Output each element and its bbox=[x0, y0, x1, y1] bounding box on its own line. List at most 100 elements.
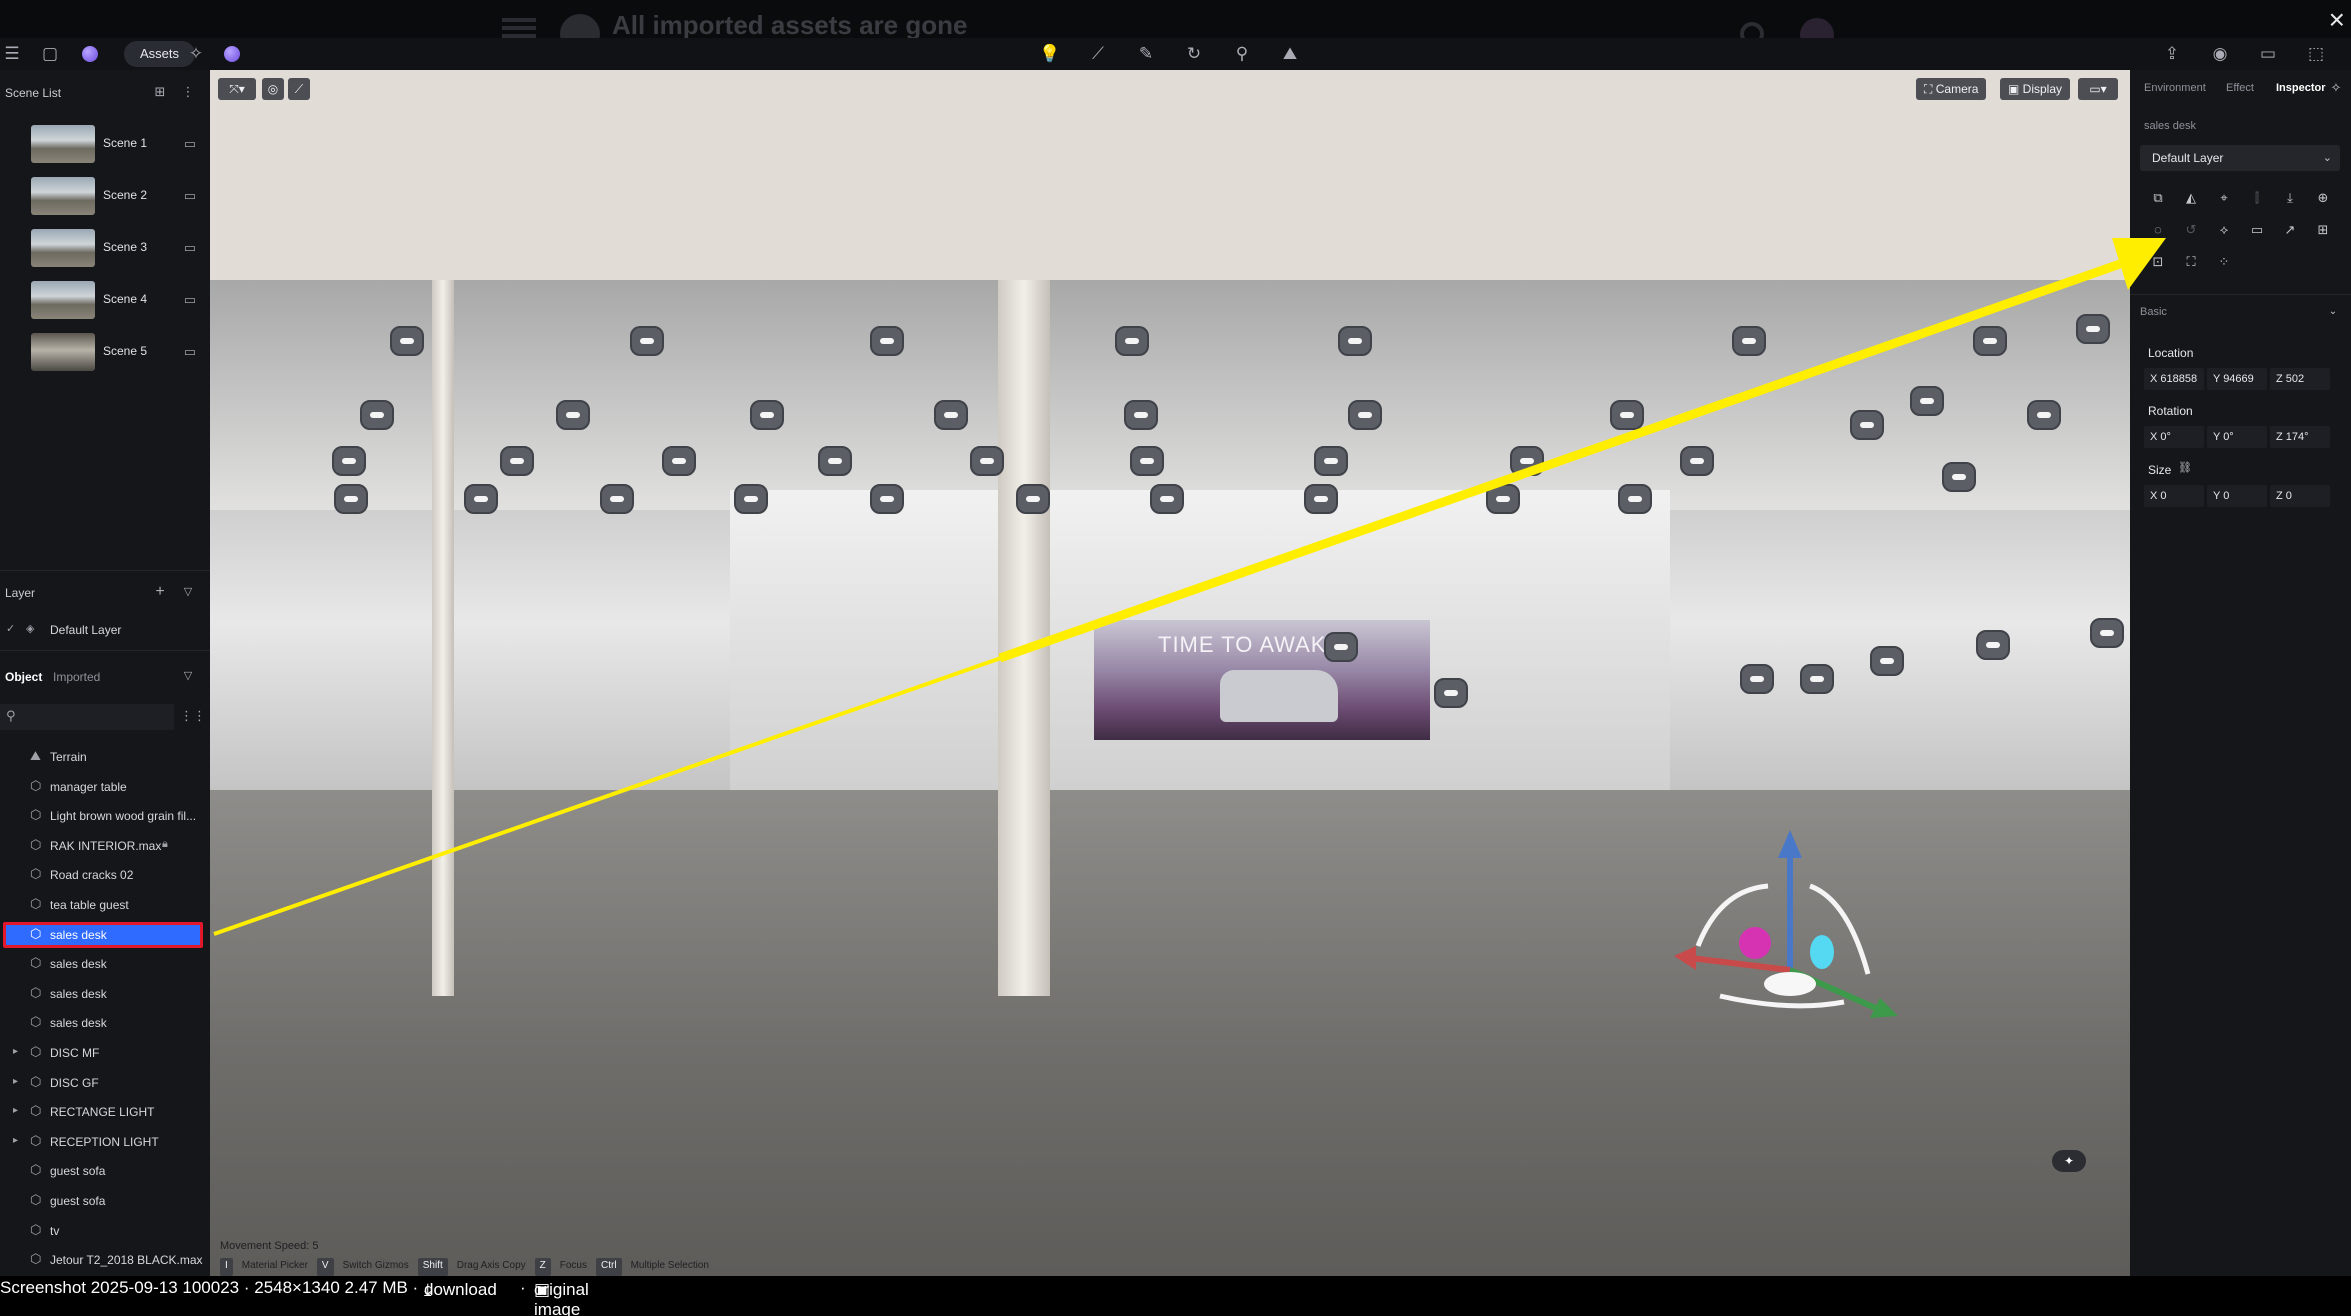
mirror-icon[interactable]: ◭ bbox=[2181, 188, 2201, 208]
array-icon[interactable]: ⊡ bbox=[2148, 252, 2168, 272]
light-gizmo[interactable] bbox=[818, 446, 852, 476]
filter-icon[interactable]: ▽ bbox=[176, 664, 200, 688]
lightbulb-icon[interactable]: 💡 bbox=[1038, 42, 1062, 66]
sparkle-icon[interactable]: ✧ bbox=[184, 42, 208, 66]
object-row[interactable]: ⬡ sales desk bbox=[0, 979, 210, 1009]
object-row[interactable]: ▸ ⬡ RECTANGE LIGHT bbox=[0, 1097, 210, 1127]
gizmo-rotate-ring[interactable] bbox=[1719, 993, 1845, 1009]
tab-inspector[interactable]: Inspector bbox=[2276, 82, 2326, 94]
video-icon[interactable]: ▭ bbox=[2256, 42, 2280, 66]
location-z-field[interactable]: Z 502 bbox=[2270, 368, 2330, 390]
transform-mode-icon[interactable]: ⤧▾ bbox=[218, 78, 256, 100]
light-gizmo[interactable] bbox=[500, 446, 534, 476]
object-row[interactable]: ▸ ⬡ DISC MF bbox=[0, 1038, 210, 1068]
align-icon[interactable]: ⫿ bbox=[2247, 188, 2267, 208]
light-gizmo[interactable] bbox=[2090, 618, 2124, 648]
filter-icon[interactable]: ▽ bbox=[176, 580, 200, 604]
expand-icon[interactable]: ▸ bbox=[13, 1076, 18, 1087]
tab-environment[interactable]: Environment bbox=[2144, 82, 2206, 94]
add-layer-icon[interactable]: + bbox=[148, 580, 172, 604]
object-row[interactable]: ⬡ sales desk bbox=[0, 1008, 210, 1038]
light-gizmo[interactable] bbox=[1850, 410, 1884, 440]
view-options-icon[interactable]: ▭▾ bbox=[2078, 78, 2118, 100]
camera-icon[interactable]: ▭ bbox=[184, 344, 196, 360]
light-gizmo[interactable] bbox=[1740, 664, 1774, 694]
object-row[interactable]: ⬡ sales desk bbox=[0, 920, 210, 950]
hide-icon[interactable]: ◌ bbox=[2148, 220, 2168, 240]
screenshot-icon[interactable]: ◉ bbox=[2208, 42, 2232, 66]
share-icon[interactable]: ↗ bbox=[2280, 220, 2300, 240]
reset-icon[interactable]: ↺ bbox=[2181, 220, 2201, 240]
plugin-icon[interactable] bbox=[82, 46, 98, 62]
light-gizmo[interactable] bbox=[1800, 664, 1834, 694]
light-gizmo[interactable] bbox=[734, 484, 768, 514]
light-gizmo[interactable] bbox=[332, 446, 366, 476]
scene-item[interactable]: Scene 3 ▭ bbox=[0, 224, 210, 276]
light-gizmo[interactable] bbox=[1124, 400, 1158, 430]
tab-effect[interactable]: Effect bbox=[2226, 82, 2254, 94]
light-gizmo[interactable] bbox=[1150, 484, 1184, 514]
gizmo-x-axis[interactable] bbox=[1689, 955, 1791, 973]
light-gizmo[interactable] bbox=[1486, 484, 1520, 514]
duplicate-icon[interactable]: ⧉ bbox=[2148, 188, 2168, 208]
drop-to-ground-icon[interactable]: ⤓ bbox=[2280, 188, 2300, 208]
light-gizmo[interactable] bbox=[1870, 646, 1904, 676]
light-gizmo[interactable] bbox=[390, 326, 424, 356]
layer-item-default[interactable]: Default Layer bbox=[50, 623, 121, 637]
layer-select[interactable]: Default Layer ⌄ bbox=[2140, 145, 2340, 171]
light-gizmo[interactable] bbox=[464, 484, 498, 514]
object-row[interactable]: ▸ ⬡ RECEPTION LIGHT bbox=[0, 1127, 210, 1157]
magic-wand-icon[interactable]: ✦ bbox=[2052, 1150, 2086, 1172]
search-input[interactable]: ⚲ bbox=[0, 704, 174, 730]
material-icon[interactable]: ⟡ bbox=[2214, 220, 2234, 240]
tab-object[interactable]: Object bbox=[5, 670, 42, 684]
light-gizmo[interactable] bbox=[934, 400, 968, 430]
light-gizmo[interactable] bbox=[1324, 632, 1358, 662]
size-x-field[interactable]: X 0 bbox=[2144, 485, 2204, 507]
expand-icon[interactable]: ▸ bbox=[13, 1046, 18, 1057]
file-icon[interactable]: ▢ bbox=[38, 42, 62, 66]
path-icon[interactable]: ⚲ bbox=[1230, 42, 1254, 66]
rotation-z-field[interactable]: Z 174° bbox=[2270, 426, 2330, 448]
object-row[interactable]: ⬡ guest sofa bbox=[0, 1186, 210, 1216]
brush-icon[interactable]: ✎ bbox=[1134, 42, 1158, 66]
focus-icon[interactable]: ⌖ bbox=[2214, 188, 2234, 208]
gizmo-handle[interactable] bbox=[1810, 935, 1834, 969]
light-gizmo[interactable] bbox=[2076, 314, 2110, 344]
light-gizmo[interactable] bbox=[1434, 678, 1468, 708]
object-row[interactable]: ⬡ RAK INTERIOR.max 🔒︎ bbox=[0, 831, 210, 861]
light-gizmo[interactable] bbox=[1510, 446, 1544, 476]
add-scene-icon[interactable]: ⊞ bbox=[148, 80, 172, 104]
camera-icon[interactable]: ▭ bbox=[184, 188, 196, 204]
chevron-down-icon[interactable]: ⌄ bbox=[2323, 302, 2343, 322]
light-gizmo[interactable] bbox=[750, 400, 784, 430]
object-row[interactable]: ⬡ tv bbox=[0, 1216, 210, 1246]
light-gizmo[interactable] bbox=[1130, 446, 1164, 476]
light-gizmo[interactable] bbox=[630, 326, 664, 356]
rotate-icon[interactable]: ↻ bbox=[1182, 42, 1206, 66]
group-icon[interactable]: ⊞ bbox=[2313, 220, 2333, 240]
light-gizmo[interactable] bbox=[1910, 386, 1944, 416]
close-icon[interactable]: × bbox=[2329, 4, 2345, 36]
scene-item[interactable]: Scene 4 ▭ bbox=[0, 276, 210, 328]
light-gizmo[interactable] bbox=[1610, 400, 1644, 430]
light-gizmo[interactable] bbox=[1115, 326, 1149, 356]
globe-icon[interactable]: ◎ bbox=[262, 78, 284, 100]
location-x-field[interactable]: X 618858 bbox=[2144, 368, 2204, 390]
light-gizmo[interactable] bbox=[1618, 484, 1652, 514]
rotation-y-field[interactable]: Y 0° bbox=[2207, 426, 2267, 448]
scene-item[interactable]: Scene 5 ▭ bbox=[0, 328, 210, 380]
light-gizmo[interactable] bbox=[1976, 630, 2010, 660]
object-row[interactable]: ⬡ Jetour T2_2018 BLACK.max bbox=[0, 1245, 210, 1275]
light-gizmo[interactable] bbox=[360, 400, 394, 430]
terrain-icon[interactable]: ⛰ bbox=[1278, 42, 1302, 66]
light-gizmo[interactable] bbox=[870, 326, 904, 356]
copy-icon[interactable]: ⊕ bbox=[2313, 188, 2333, 208]
pin-icon[interactable]: ✧ bbox=[2326, 78, 2346, 98]
light-gizmo[interactable] bbox=[556, 400, 590, 430]
gizmo-center[interactable] bbox=[1764, 972, 1816, 996]
transform-gizmo[interactable] bbox=[1630, 750, 1960, 1050]
light-gizmo[interactable] bbox=[1016, 484, 1050, 514]
light-gizmo[interactable] bbox=[1348, 400, 1382, 430]
object-row[interactable]: ⬡ manager table bbox=[0, 772, 210, 802]
